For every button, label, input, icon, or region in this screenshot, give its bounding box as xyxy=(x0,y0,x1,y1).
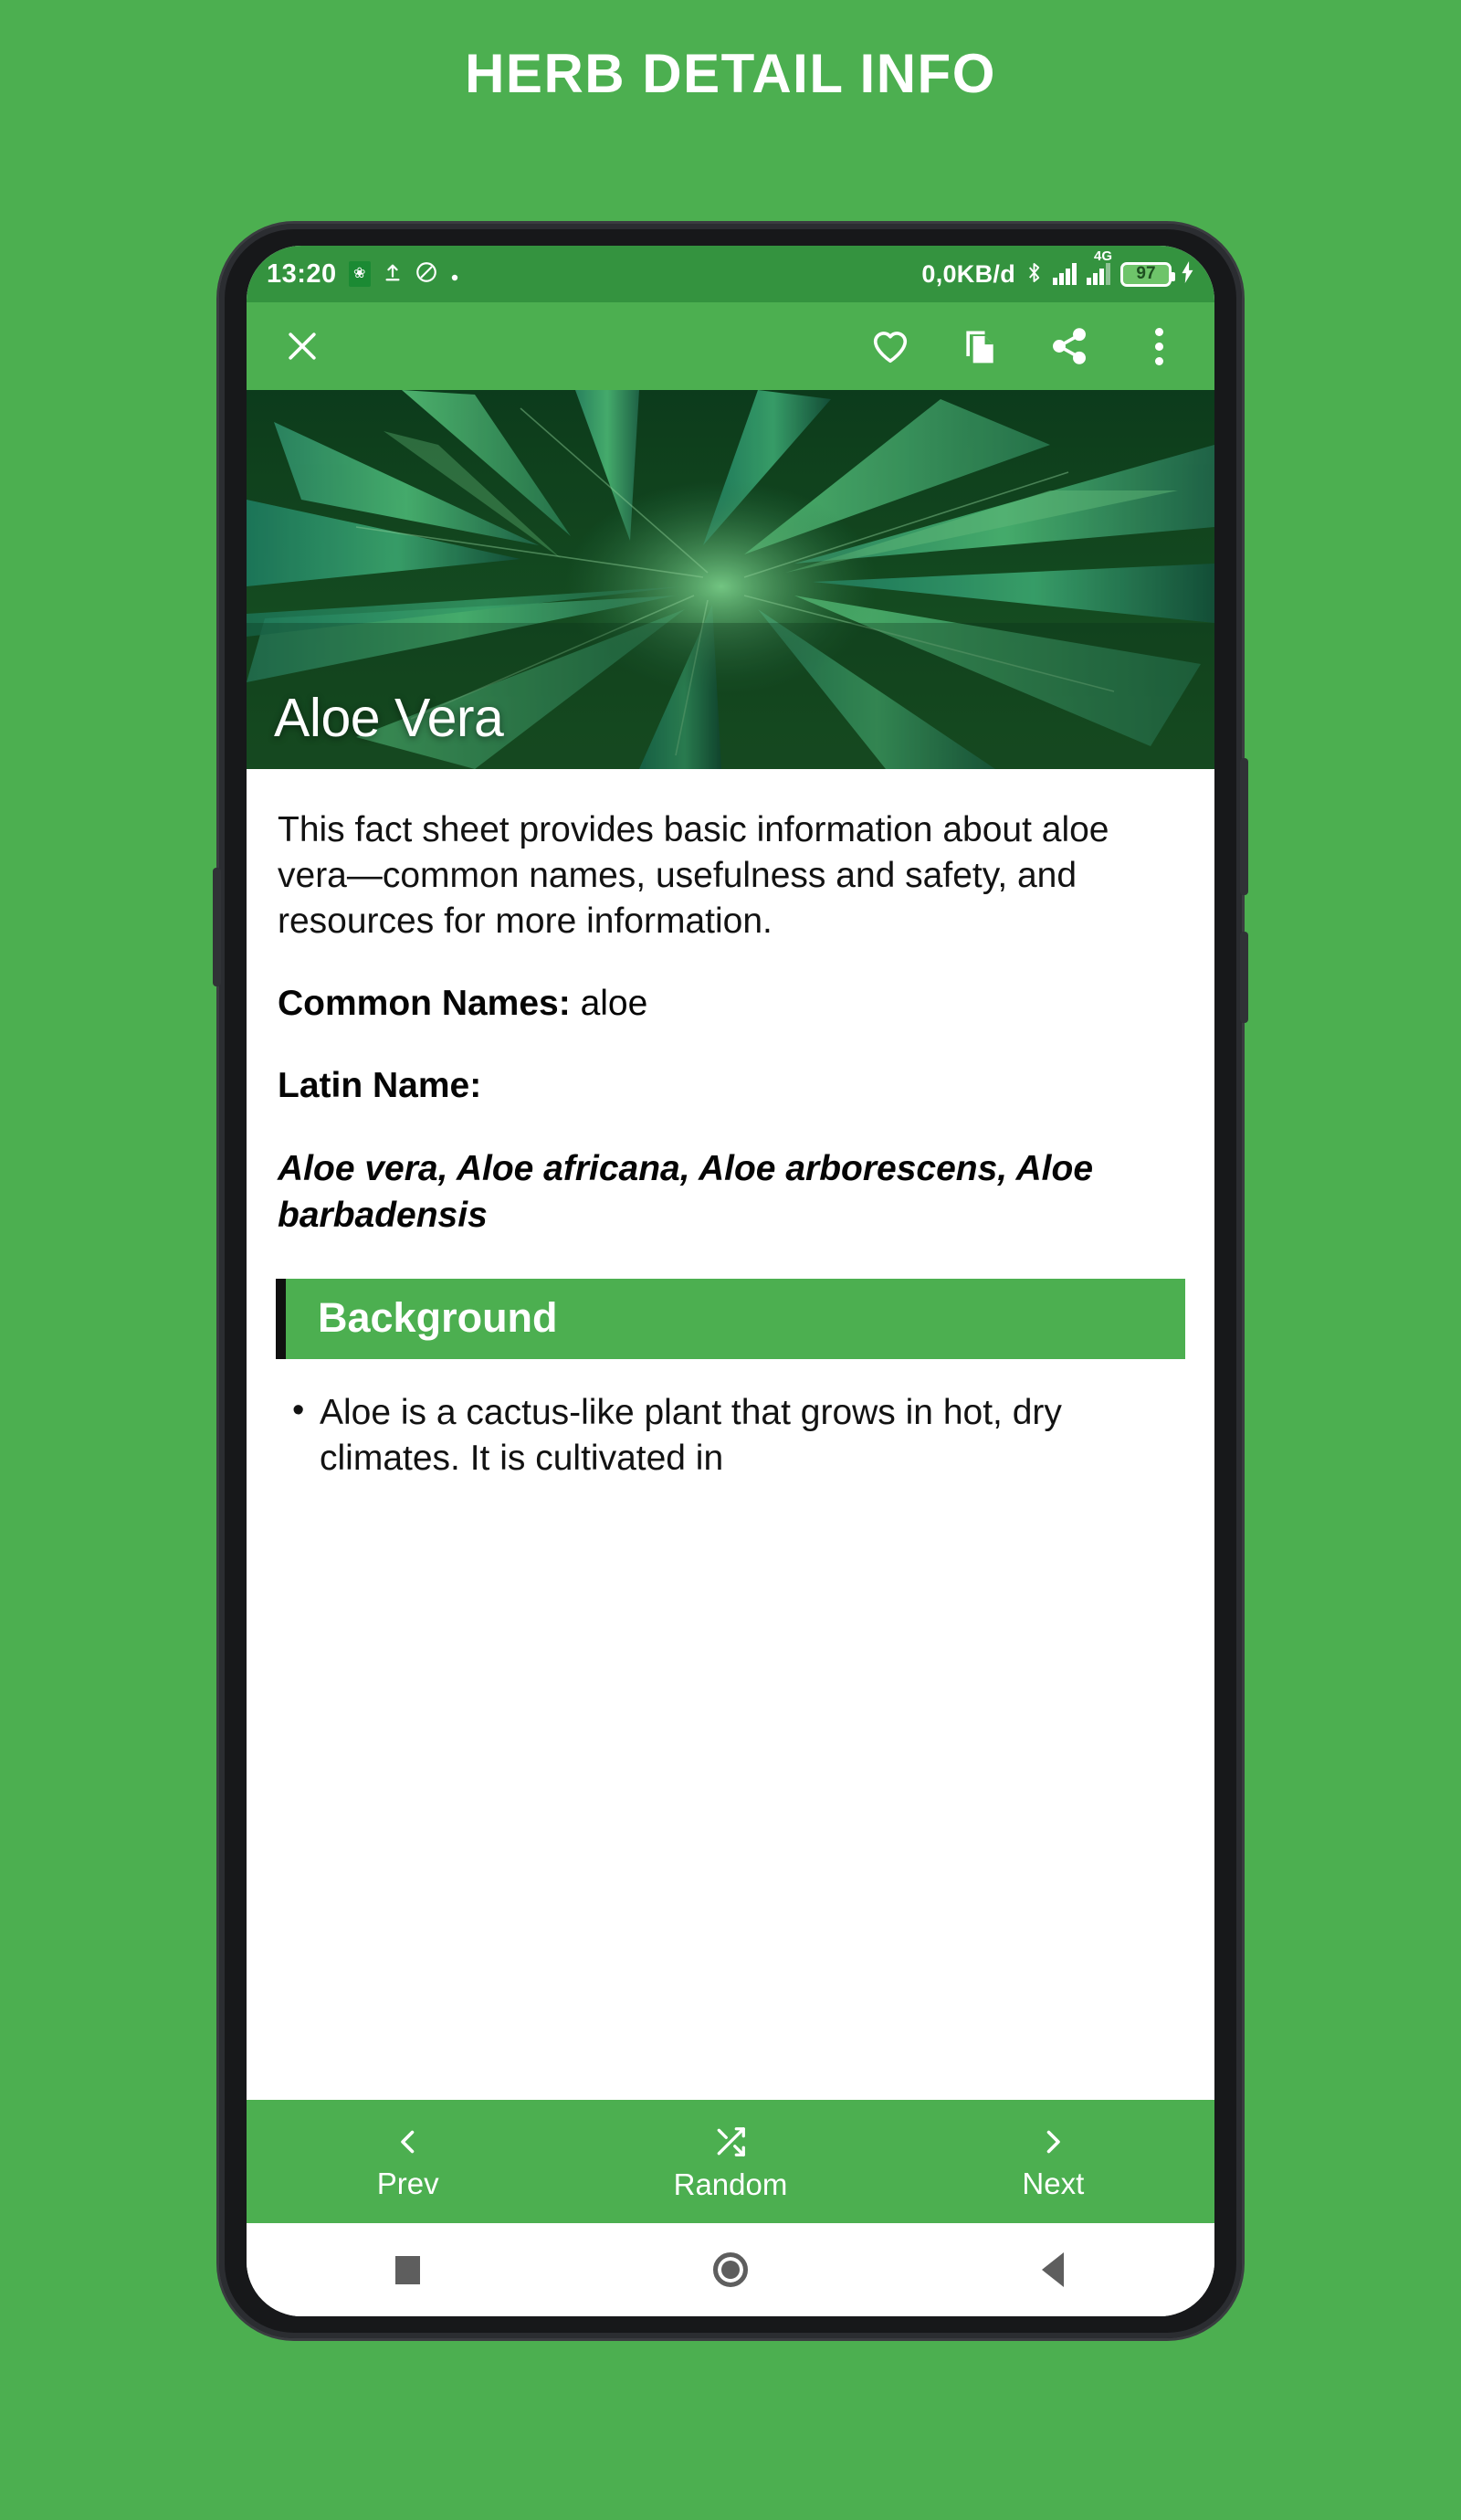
random-button[interactable]: Random xyxy=(569,2125,891,2199)
phone-frame: 13:20 ❀ 0,0KB/d 4G 97 Aloe Vera This fac… xyxy=(213,224,1248,2338)
latin-name-label: Latin Name: xyxy=(278,1066,482,1106)
status-time: 13:20 xyxy=(267,258,337,289)
section-heading-background: Background xyxy=(276,1279,1185,1360)
phone-screen: 13:20 ❀ 0,0KB/d 4G 97 Aloe Vera This fac… xyxy=(247,246,1214,2316)
power-button[interactable] xyxy=(1240,758,1248,895)
prev-button[interactable]: Prev xyxy=(247,2125,569,2198)
background-bullet-list: Aloe is a cactus-like plant that grows i… xyxy=(278,1388,1183,1481)
back-button[interactable] xyxy=(892,2252,1214,2287)
bluetooth-icon xyxy=(1025,260,1043,289)
android-system-nav xyxy=(247,2223,1214,2316)
charging-bolt-icon xyxy=(1182,261,1194,287)
copy-icon[interactable] xyxy=(951,318,1008,374)
hero-image: Aloe Vera xyxy=(247,390,1214,769)
recents-button[interactable] xyxy=(247,2255,569,2284)
battery-percent-label: 97 xyxy=(1136,264,1156,283)
heart-icon[interactable] xyxy=(862,318,919,374)
circle-icon xyxy=(712,2252,748,2287)
close-icon[interactable] xyxy=(274,318,331,374)
common-names-label: Common Names: xyxy=(278,983,571,1023)
upload-icon xyxy=(383,260,403,288)
latin-names-value: Aloe vera, Aloe africana, Aloe arboresce… xyxy=(278,1149,1094,1235)
common-names-row: Common Names: aloe xyxy=(278,981,1183,1028)
home-button[interactable] xyxy=(569,2252,891,2287)
shuffle-icon xyxy=(713,2125,748,2164)
app-toolbar xyxy=(247,302,1214,390)
more-vertical-icon[interactable] xyxy=(1130,318,1187,374)
do-not-disturb-icon xyxy=(415,260,438,288)
battery-icon: 97 xyxy=(1120,261,1175,287)
intro-paragraph: This fact sheet provides basic informati… xyxy=(278,810,1109,941)
list-item: Aloe is a cactus-like plant that grows i… xyxy=(292,1388,1183,1481)
volume-button[interactable] xyxy=(1240,932,1248,1023)
app-badge-icon: ❀ xyxy=(348,261,371,287)
status-bar: 13:20 ❀ 0,0KB/d 4G 97 xyxy=(247,246,1214,302)
side-button-left[interactable] xyxy=(213,868,221,986)
plant-name-title: Aloe Vera xyxy=(274,688,504,748)
data-rate-label: 0,0KB/d xyxy=(921,259,1015,288)
prev-label: Prev xyxy=(376,2166,439,2200)
triangle-back-icon xyxy=(1042,2252,1065,2287)
chevron-left-icon xyxy=(392,2125,425,2163)
bottom-app-navigation: Prev Random Next xyxy=(247,2100,1214,2223)
random-label: Random xyxy=(673,2167,788,2201)
content-scroll-area[interactable]: This fact sheet provides basic informati… xyxy=(247,769,1214,2100)
dot-icon xyxy=(450,262,459,286)
network-type-label: 4G xyxy=(1094,248,1113,264)
share-icon[interactable] xyxy=(1041,318,1098,374)
page-title: HERB DETAIL INFO xyxy=(465,43,996,104)
chevron-right-icon xyxy=(1036,2125,1069,2163)
square-icon xyxy=(395,2255,421,2284)
common-names-value: aloe xyxy=(580,983,648,1023)
next-label: Next xyxy=(1022,2166,1085,2200)
signal-bars-4g-icon: 4G xyxy=(1087,248,1112,285)
signal-bars-icon xyxy=(1053,263,1077,285)
next-button[interactable]: Next xyxy=(892,2125,1214,2198)
latin-name-row: Latin Name: xyxy=(278,1063,1183,1110)
